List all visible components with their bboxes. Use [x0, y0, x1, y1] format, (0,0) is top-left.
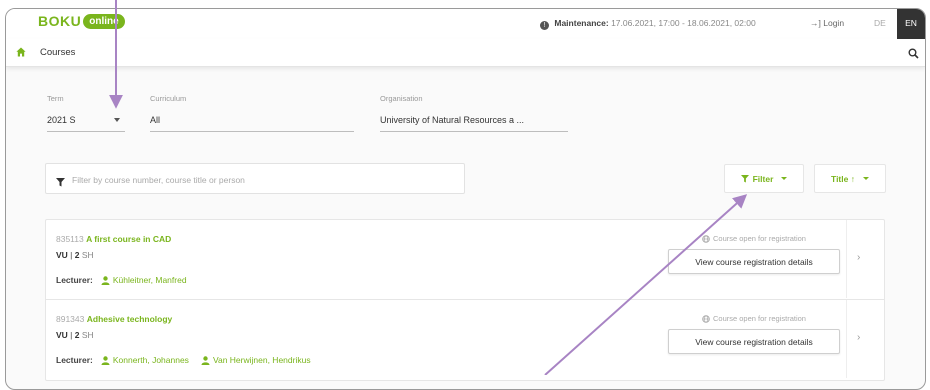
course-type: VU — [56, 250, 68, 260]
user-icon — [101, 355, 110, 365]
chevron-right-icon[interactable]: › — [857, 332, 860, 343]
course-hours-unit: SH — [81, 330, 94, 340]
curriculum-field[interactable]: Curriculum All — [150, 94, 354, 134]
funnel-icon — [56, 174, 65, 192]
lecturer-name: Van Herwijnen, Hendrikus — [212, 355, 311, 365]
lecturer-label: Lecturer: — [56, 355, 93, 365]
search-icon[interactable] — [908, 46, 919, 64]
lecturers: Lecturer: Kühleitner, Manfred — [56, 275, 199, 285]
boku-logo[interactable]: BOKU online — [38, 13, 125, 29]
lang-de-button[interactable]: DE — [874, 18, 886, 28]
registration-status: Course open for registration — [702, 234, 806, 243]
login-link[interactable]: →] Login — [810, 18, 844, 28]
course-type: VU — [56, 330, 68, 340]
sort-button[interactable]: Title ↑ — [814, 164, 886, 193]
logo-badge: online — [83, 13, 125, 29]
filter-button[interactable]: Filter — [724, 164, 804, 193]
list-item[interactable]: 891343 Adhesive technology VU | 2 SH Lec… — [46, 299, 884, 378]
list-item[interactable]: 835113 A first course in CAD VU | 2 SH L… — [46, 220, 884, 298]
curriculum-value: All — [150, 115, 161, 125]
maintenance-notice: ! Maintenance: 17.06.2021, 17:00 - 18.06… — [540, 18, 756, 30]
lecturer-name: Konnerth, Johannes — [112, 355, 189, 365]
course-hours: 2 — [74, 250, 80, 260]
user-icon — [201, 355, 210, 365]
lang-en-button[interactable]: EN — [897, 9, 925, 39]
chevron-down-icon — [781, 177, 788, 180]
term-label: Term — [47, 94, 64, 103]
view-registration-details-button[interactable]: View course registration details — [668, 329, 840, 354]
curriculum-label: Curriculum — [150, 94, 187, 103]
term-select[interactable]: Term 2021 S — [47, 94, 125, 134]
login-icon: →] — [810, 18, 821, 28]
course-heading: 835113 A first course in CAD — [56, 234, 171, 244]
sort-button-label: Title ↑ — [831, 173, 855, 184]
login-label: Login — [823, 18, 845, 28]
organisation-value: University of Natural Resources a ... — [380, 115, 525, 125]
lecturer-name: Kühleitner, Manfred — [112, 275, 187, 285]
course-list: 835113 A first course in CAD VU | 2 SH L… — [45, 219, 885, 381]
lecturer-link[interactable]: Kühleitner, Manfred — [101, 275, 187, 285]
maintenance-text: 17.06.2021, 17:00 - 18.06.2021, 02:00 — [611, 18, 756, 28]
course-hours: 2 — [74, 330, 80, 340]
chevron-down-icon — [114, 118, 120, 122]
user-icon — [101, 275, 110, 285]
filter-button-label: Filter — [752, 173, 774, 184]
course-title-link[interactable]: A first course in CAD — [86, 234, 171, 244]
lecturer-link[interactable]: Konnerth, Johannes — [101, 355, 189, 365]
course-hours-unit: SH — [81, 250, 94, 260]
course-search-box[interactable] — [45, 163, 465, 194]
course-heading: 891343 Adhesive technology — [56, 314, 172, 324]
view-registration-details-button[interactable]: View course registration details — [668, 249, 840, 274]
globe-icon — [702, 314, 710, 323]
top-bar: BOKU online ! Maintenance: 17.06.2021, 1… — [6, 9, 925, 39]
nav-bar: Courses — [6, 39, 925, 67]
lecturer-link[interactable]: Van Herwijnen, Hendrikus — [201, 355, 311, 365]
chevron-down-icon — [862, 177, 869, 180]
chevron-right-icon[interactable]: › — [857, 252, 860, 263]
lecturers: Lecturer: Konnerth, Johannes Van Herwijn… — [56, 355, 323, 365]
course-meta: VU | 2 SH — [56, 250, 94, 260]
browser-window: BOKU online ! Maintenance: 17.06.2021, 1… — [5, 8, 926, 390]
page-title: Courses — [40, 47, 76, 58]
info-icon: ! — [540, 21, 549, 30]
registration-status: Course open for registration — [702, 314, 806, 323]
course-search-input[interactable] — [70, 171, 454, 189]
funnel-icon — [740, 174, 749, 183]
course-number: 835113 — [56, 234, 84, 244]
lecturer-label: Lecturer: — [56, 275, 93, 285]
organisation-field[interactable]: Organisation University of Natural Resou… — [380, 94, 568, 134]
maintenance-label: Maintenance: — [554, 18, 609, 28]
course-number: 891343 — [56, 314, 85, 324]
course-title-link[interactable]: Adhesive technology — [87, 314, 173, 324]
status-text: Course open for registration — [713, 314, 806, 323]
logo-text: BOKU — [38, 13, 82, 29]
globe-icon — [702, 234, 710, 243]
status-text: Course open for registration — [713, 234, 806, 243]
organisation-label: Organisation — [380, 94, 423, 103]
course-meta: VU | 2 SH — [56, 330, 94, 340]
home-icon[interactable] — [16, 47, 26, 60]
